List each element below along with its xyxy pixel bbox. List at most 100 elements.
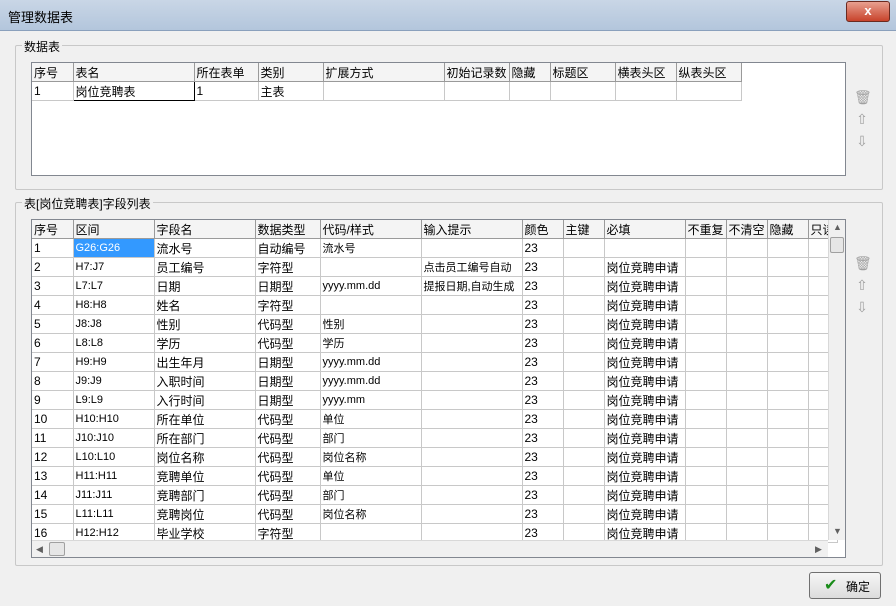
table-cell[interactable]: 23 bbox=[522, 276, 564, 296]
table-cell[interactable] bbox=[604, 238, 686, 258]
table-cell[interactable] bbox=[767, 447, 809, 467]
table-cell[interactable]: 23 bbox=[522, 466, 564, 486]
fields-header-cell[interactable]: 区间 bbox=[73, 220, 155, 239]
table-cell[interactable] bbox=[509, 81, 551, 101]
table-cell[interactable] bbox=[685, 352, 727, 372]
table-row[interactable]: 3 L7:L7 日期 日期型 yyyy.mm.dd 提报日期,自动生成 23 岗位竞聘申请 bbox=[32, 276, 838, 296]
table-cell[interactable]: yyyy.mm.dd bbox=[320, 276, 422, 296]
table-cell[interactable]: H10:H10 bbox=[73, 409, 155, 429]
table-cell[interactable]: 代码型 bbox=[255, 409, 321, 429]
table-cell[interactable] bbox=[767, 333, 809, 353]
table-cell[interactable] bbox=[550, 81, 616, 101]
fields-header-cell[interactable]: 代码/样式 bbox=[320, 220, 422, 239]
scroll-right-icon[interactable]: ▶ bbox=[815, 544, 822, 555]
table-cell[interactable] bbox=[563, 314, 605, 334]
table-cell[interactable]: 岗位竞聘申请 bbox=[604, 428, 686, 448]
tables-header-cell[interactable]: 纵表头区 bbox=[676, 63, 742, 82]
table-cell[interactable]: 流水号 bbox=[320, 238, 422, 258]
table-cell[interactable] bbox=[563, 485, 605, 505]
table-row[interactable]: 10 H10:H10 所在单位 代码型 单位 23 岗位竞聘申请 bbox=[32, 409, 838, 429]
table-cell[interactable] bbox=[563, 276, 605, 296]
table-cell[interactable]: 流水号 bbox=[154, 238, 256, 258]
table-cell[interactable] bbox=[685, 447, 727, 467]
table-cell[interactable]: 岗位竞聘申请 bbox=[604, 276, 686, 296]
fields-grid[interactable]: 序号 区间 字段名 数据类型 代码/样式 输入提示 颜色 主键 必填 不重复 不清空 隐藏 只读 1 G2… bbox=[31, 219, 846, 558]
table-cell[interactable] bbox=[563, 371, 605, 391]
fields-header-cell[interactable]: 不清空 bbox=[726, 220, 768, 239]
table-cell[interactable] bbox=[421, 352, 523, 372]
table-cell[interactable]: 主表 bbox=[258, 81, 324, 101]
table-cell[interactable] bbox=[563, 295, 605, 315]
table-cell[interactable]: 12 bbox=[32, 447, 74, 467]
table-cell[interactable] bbox=[726, 390, 768, 410]
table-cell[interactable]: 岗位竞聘申请 bbox=[604, 485, 686, 505]
tables-header-cell[interactable]: 初始记录数 bbox=[444, 63, 510, 82]
table-cell[interactable] bbox=[421, 447, 523, 467]
table-cell[interactable]: H8:H8 bbox=[73, 295, 155, 315]
fields-header-cell[interactable]: 主键 bbox=[563, 220, 605, 239]
ok-button[interactable]: ✔ 确定 bbox=[809, 572, 881, 599]
table-cell[interactable] bbox=[726, 485, 768, 505]
scroll-left-icon[interactable]: ◀ bbox=[36, 544, 43, 555]
table-cell[interactable]: 竞聘岗位 bbox=[154, 504, 256, 524]
table-cell[interactable] bbox=[767, 466, 809, 486]
table-cell[interactable]: 23 bbox=[522, 314, 564, 334]
table-cell[interactable] bbox=[421, 390, 523, 410]
table-cell[interactable] bbox=[685, 390, 727, 410]
table-cell[interactable]: 代码型 bbox=[255, 428, 321, 448]
table-cell[interactable]: L7:L7 bbox=[73, 276, 155, 296]
table-cell[interactable]: 性别 bbox=[154, 314, 256, 334]
table-cell[interactable] bbox=[685, 428, 727, 448]
table-cell[interactable] bbox=[767, 352, 809, 372]
table-cell[interactable]: 1 bbox=[32, 81, 74, 101]
fields-header-cell[interactable]: 字段名 bbox=[154, 220, 256, 239]
table-cell[interactable]: 部门 bbox=[320, 428, 422, 448]
horizontal-scroll-thumb[interactable] bbox=[49, 542, 65, 556]
table-row[interactable]: 8 J9:J9 入职时间 日期型 yyyy.mm.dd 23 岗位竞聘申请 bbox=[32, 371, 838, 391]
table-cell[interactable]: L11:L11 bbox=[73, 504, 155, 524]
table-cell[interactable] bbox=[767, 390, 809, 410]
table-cell[interactable] bbox=[320, 257, 422, 277]
table-cell[interactable]: 23 bbox=[522, 257, 564, 277]
scroll-up-icon[interactable]: ▲ bbox=[833, 222, 842, 232]
table-cell[interactable]: 部门 bbox=[320, 485, 422, 505]
table-cell[interactable]: 23 bbox=[522, 504, 564, 524]
table-cell[interactable]: 出生年月 bbox=[154, 352, 256, 372]
table-cell[interactable]: 10 bbox=[32, 409, 74, 429]
table-cell[interactable]: 字符型 bbox=[255, 257, 321, 277]
table-cell[interactable] bbox=[563, 257, 605, 277]
arrow-up-icon[interactable]: ⇧ bbox=[854, 274, 870, 296]
table-cell[interactable] bbox=[421, 238, 523, 258]
tables-header-cell[interactable]: 类别 bbox=[258, 63, 324, 82]
table-row[interactable]: 14 J11:J11 竞聘部门 代码型 部门 23 岗位竞聘申请 bbox=[32, 485, 838, 505]
table-cell[interactable]: 岗位竞聘申请 bbox=[604, 504, 686, 524]
table-cell[interactable]: 竞聘单位 bbox=[154, 466, 256, 486]
table-cell[interactable] bbox=[421, 504, 523, 524]
fields-header-cell[interactable]: 数据类型 bbox=[255, 220, 321, 239]
table-cell[interactable] bbox=[421, 466, 523, 486]
table-cell[interactable]: J8:J8 bbox=[73, 314, 155, 334]
trash-icon[interactable]: 🗑 bbox=[854, 252, 872, 274]
table-cell[interactable]: 9 bbox=[32, 390, 74, 410]
table-cell[interactable]: J9:J9 bbox=[73, 371, 155, 391]
table-cell[interactable]: 日期型 bbox=[255, 371, 321, 391]
fields-header-cell[interactable]: 必填 bbox=[604, 220, 686, 239]
table-cell[interactable]: 入行时间 bbox=[154, 390, 256, 410]
table-cell[interactable] bbox=[726, 257, 768, 277]
tables-header-cell[interactable]: 所在表单 bbox=[194, 63, 259, 82]
table-cell[interactable] bbox=[563, 504, 605, 524]
table-cell[interactable] bbox=[767, 409, 809, 429]
table-cell[interactable]: 代码型 bbox=[255, 333, 321, 353]
table-cell[interactable] bbox=[685, 333, 727, 353]
table-cell[interactable]: 岗位名称 bbox=[320, 504, 422, 524]
table-cell[interactable]: 岗位名称 bbox=[154, 447, 256, 467]
table-cell[interactable] bbox=[421, 371, 523, 391]
table-cell[interactable]: yyyy.mm.dd bbox=[320, 352, 422, 372]
table-cell[interactable]: 8 bbox=[32, 371, 74, 391]
table-cell[interactable] bbox=[421, 428, 523, 448]
tables-header-cell[interactable]: 扩展方式 bbox=[323, 63, 445, 82]
table-cell[interactable]: 员工编号 bbox=[154, 257, 256, 277]
table-cell[interactable] bbox=[726, 466, 768, 486]
table-cell[interactable] bbox=[563, 352, 605, 372]
table-cell[interactable]: 23 bbox=[522, 352, 564, 372]
